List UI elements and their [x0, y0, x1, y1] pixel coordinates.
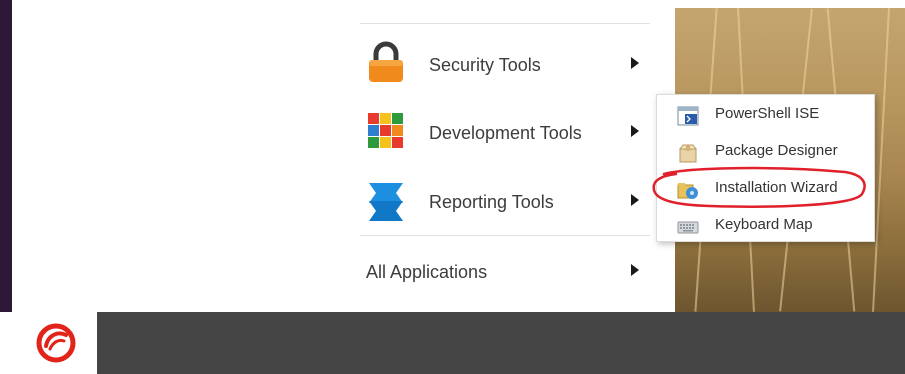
all-applications-item[interactable]: All Applications [366, 258, 650, 290]
submenu-item-label: Keyboard Map [715, 216, 813, 233]
submenu-item-label: Package Designer [715, 142, 838, 159]
left-accent-bar [0, 0, 12, 312]
menu-item-security-tools[interactable]: Security Tools [360, 40, 650, 88]
chevron-right-icon [631, 57, 639, 69]
photo-top-gap [650, 0, 905, 8]
submenu-item-powershell-ise[interactable]: PowerShell ISE [657, 96, 874, 133]
bottom-divider [360, 235, 650, 236]
chevron-right-icon [631, 194, 639, 206]
red-annotation-circle [652, 166, 866, 208]
taskbar [97, 312, 905, 374]
powershell-ise-icon [677, 106, 699, 126]
menu-item-reporting-tools[interactable]: Reporting Tools [360, 177, 650, 225]
all-applications-label: All Applications [366, 262, 488, 282]
package-icon [677, 143, 699, 163]
rubiks-cube-icon [365, 108, 407, 156]
menu-item-label: Security Tools [429, 55, 541, 75]
menu-item-label: Reporting Tools [429, 192, 554, 212]
menu-item-label: Development Tools [429, 123, 582, 143]
chevron-right-icon [631, 125, 639, 137]
left-bar-lower [0, 312, 12, 374]
submenu-item-keyboard-map[interactable]: Keyboard Map [657, 207, 874, 244]
sitecore-logo-icon[interactable] [36, 323, 76, 368]
keyboard-icon [677, 217, 699, 237]
chevron-right-icon [631, 264, 639, 276]
menu-item-development-tools[interactable]: Development Tools [360, 108, 650, 156]
padlock-icon [365, 40, 407, 88]
desktop: Security Tools Development Tools Reporti… [0, 0, 905, 374]
submenu-item-label: PowerShell ISE [715, 105, 820, 122]
top-divider [360, 23, 650, 24]
blue-ribbon-icon [365, 177, 407, 225]
